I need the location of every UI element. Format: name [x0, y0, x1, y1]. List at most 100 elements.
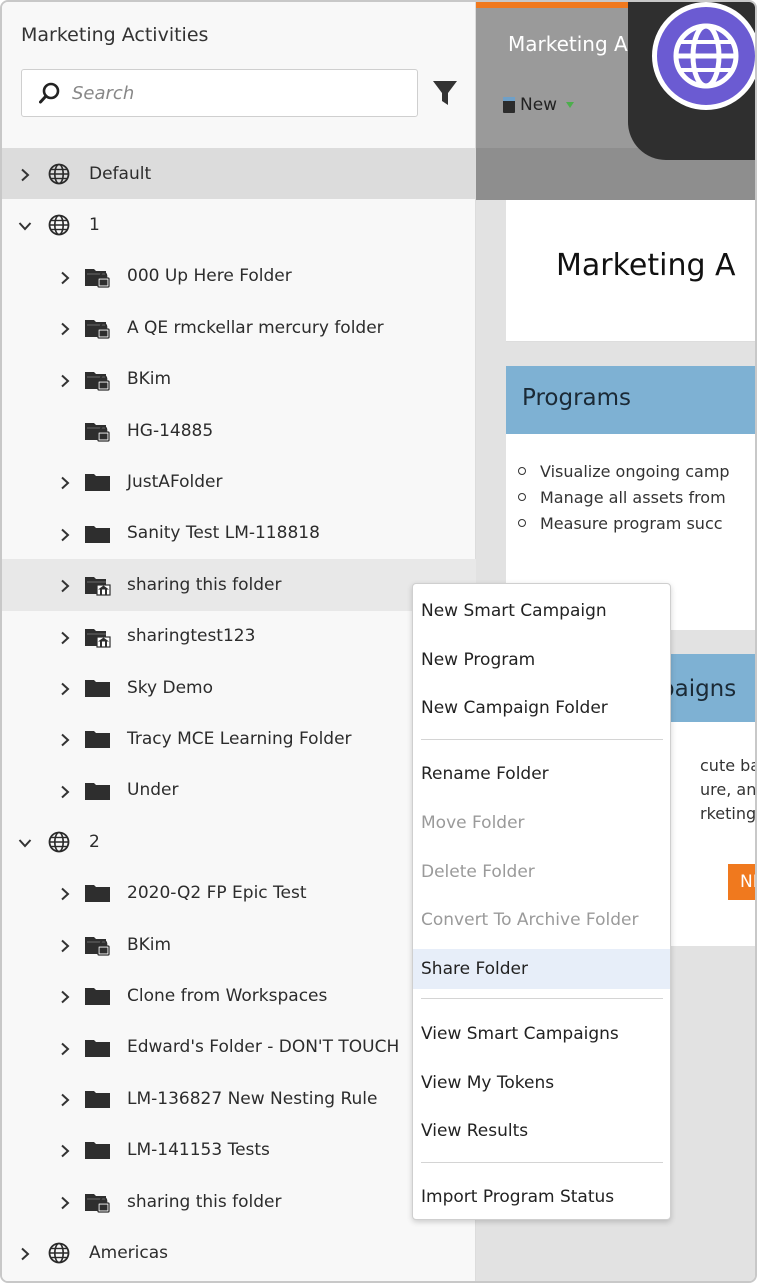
chevron-right-icon[interactable]	[58, 475, 72, 490]
chevron-right-icon[interactable]	[18, 167, 32, 182]
list-item: Manage all assets from	[518, 484, 730, 510]
chevron-right-icon[interactable]	[58, 732, 72, 747]
locked-folder-icon	[84, 1191, 112, 1213]
tree-row-label: BKim	[127, 934, 172, 955]
overview-card: Marketing A	[506, 200, 755, 342]
new-campaign-button[interactable]: NE	[728, 864, 755, 900]
chevron-right-icon[interactable]	[58, 1041, 72, 1055]
shared-folder-icon	[84, 574, 112, 596]
globe-icon	[673, 23, 739, 89]
tree-row[interactable]: Tracy MCE Learning Folder	[2, 713, 476, 764]
chevron-right-icon[interactable]	[58, 527, 72, 541]
menu-item-import-program-status[interactable]: Import Program Status	[413, 1177, 670, 1217]
menu-item-move-folder: Move Folder	[421, 813, 525, 833]
menu-item-view-my-tokens[interactable]: View My Tokens	[413, 1063, 670, 1103]
new-document-icon	[503, 97, 515, 113]
chevron-right-icon[interactable]	[58, 578, 72, 593]
menu-item-new-smart-campaign[interactable]: New Smart Campaign	[413, 591, 670, 631]
tree-row[interactable]: Sanity Test LM-118818	[2, 508, 476, 559]
tree-row[interactable]: 2020-Q2 FP Epic Test	[2, 867, 476, 918]
tree-row[interactable]: 000 Up Here Folder	[2, 251, 476, 302]
chevron-right-icon[interactable]	[58, 1195, 72, 1210]
tree-row-label: 2	[89, 831, 100, 852]
menu-item-view-results[interactable]: View Results	[413, 1111, 670, 1151]
shared-folder-icon	[84, 626, 112, 648]
chevron-right-icon[interactable]	[58, 938, 72, 953]
chevron-right-icon[interactable]	[58, 321, 72, 336]
tree-row[interactable]: Americas	[2, 1227, 476, 1278]
tree-row-label: Americas	[89, 1242, 168, 1263]
programs-title: Programs	[522, 385, 632, 411]
tree-row[interactable]: HG-14885	[2, 405, 476, 456]
search-input[interactable]	[72, 80, 402, 106]
tree-row[interactable]: BKim	[2, 354, 476, 405]
chevron-right-icon[interactable]	[58, 270, 72, 285]
tab-title[interactable]: Marketing A	[508, 32, 628, 56]
search-icon	[39, 82, 60, 104]
chevron-down-icon[interactable]	[18, 218, 32, 232]
list-item-text: Measure program succ	[540, 513, 723, 533]
locked-folder-icon	[84, 934, 112, 956]
campaigns-description: cute batch ure, and s rketing pr	[700, 754, 757, 826]
chevron-right-icon[interactable]	[18, 1246, 32, 1261]
tree-row[interactable]: LM-141153 Tests	[2, 1124, 476, 1175]
tree-row[interactable]: BKim	[2, 919, 476, 970]
chevron-down-icon[interactable]	[18, 835, 32, 849]
menu-item-view-smart-campaigns[interactable]: View Smart Campaigns	[413, 1014, 670, 1054]
tree-row[interactable]: 2	[2, 816, 476, 867]
tree-row-label: Edward's Folder - DON'T TOUCH	[127, 1037, 400, 1058]
folder-icon	[84, 728, 112, 750]
chevron-right-icon[interactable]	[58, 886, 72, 901]
locked-folder-icon	[84, 420, 112, 442]
tree-row[interactable]: Clone from Workspaces	[2, 970, 476, 1021]
menu-item-new-campaign-folder[interactable]: New Campaign Folder	[413, 688, 670, 728]
tree-row[interactable]: 1	[2, 199, 476, 250]
menu-item-convert-to-archive-folder: Convert To Archive Folder	[421, 910, 639, 930]
tree-row-label: sharing this folder	[127, 574, 282, 595]
menu-separator	[421, 1162, 663, 1163]
bullet-icon	[518, 493, 526, 501]
list-item: Visualize ongoing camp	[518, 458, 730, 484]
tree-row[interactable]: LM-136827 New Nesting Rule	[2, 1073, 476, 1124]
campaigns-title: paigns	[660, 676, 737, 702]
chevron-right-icon[interactable]	[58, 989, 72, 1004]
tree-row-label: Sky Demo	[127, 677, 214, 698]
programs-header: Programs	[506, 366, 755, 434]
tree-row[interactable]: sharingtest123	[2, 611, 476, 662]
tree-row[interactable]: JustAFolder	[2, 456, 476, 507]
menu-item-new-program[interactable]: New Program	[413, 640, 670, 680]
chevron-right-icon[interactable]	[58, 784, 72, 798]
tree-row-label: Clone from Workspaces	[127, 985, 328, 1006]
folder-icon	[84, 985, 112, 1007]
bullet-icon	[518, 467, 526, 475]
tree-row-label: sharing this folder	[127, 1191, 282, 1212]
folder-icon	[84, 1088, 112, 1110]
folder-icon	[84, 1037, 112, 1059]
chevron-right-icon[interactable]	[58, 681, 72, 696]
filter-icon[interactable]	[432, 79, 458, 107]
chevron-right-icon[interactable]	[58, 630, 72, 644]
tree-row-label: BKim	[127, 369, 172, 390]
tree-row[interactable]: Default	[2, 148, 476, 200]
tree-row-label: 1	[89, 215, 100, 236]
tree-row[interactable]: Edward's Folder - DON'T TOUCH	[2, 1022, 476, 1073]
new-button[interactable]: New	[502, 95, 575, 115]
tree-row-label: Under	[127, 780, 179, 801]
tree-row[interactable]: A QE rmckellar mercury folder	[2, 302, 476, 353]
search-box[interactable]	[21, 69, 418, 117]
globe-icon	[47, 1241, 71, 1265]
chevron-right-icon[interactable]	[58, 1143, 72, 1158]
menu-item-rename-folder[interactable]: Rename Folder	[413, 754, 670, 794]
campaigns-line: ure, and s	[700, 780, 757, 799]
tree-row[interactable]: Sky Demo	[2, 662, 476, 713]
tree-row[interactable]: sharing this folder	[2, 559, 476, 611]
chevron-right-icon[interactable]	[58, 1092, 72, 1107]
tree-row[interactable]: Under	[2, 765, 476, 816]
folder-icon	[84, 471, 112, 493]
menu-item-share-folder[interactable]: Share Folder	[413, 949, 670, 989]
panel-title: Marketing Activities	[21, 24, 209, 46]
chevron-right-icon[interactable]	[58, 373, 72, 387]
tree-row[interactable]: sharing this folder	[2, 1176, 476, 1227]
folder-icon	[84, 780, 112, 802]
tree-row-label: 000 Up Here Folder	[127, 266, 292, 287]
